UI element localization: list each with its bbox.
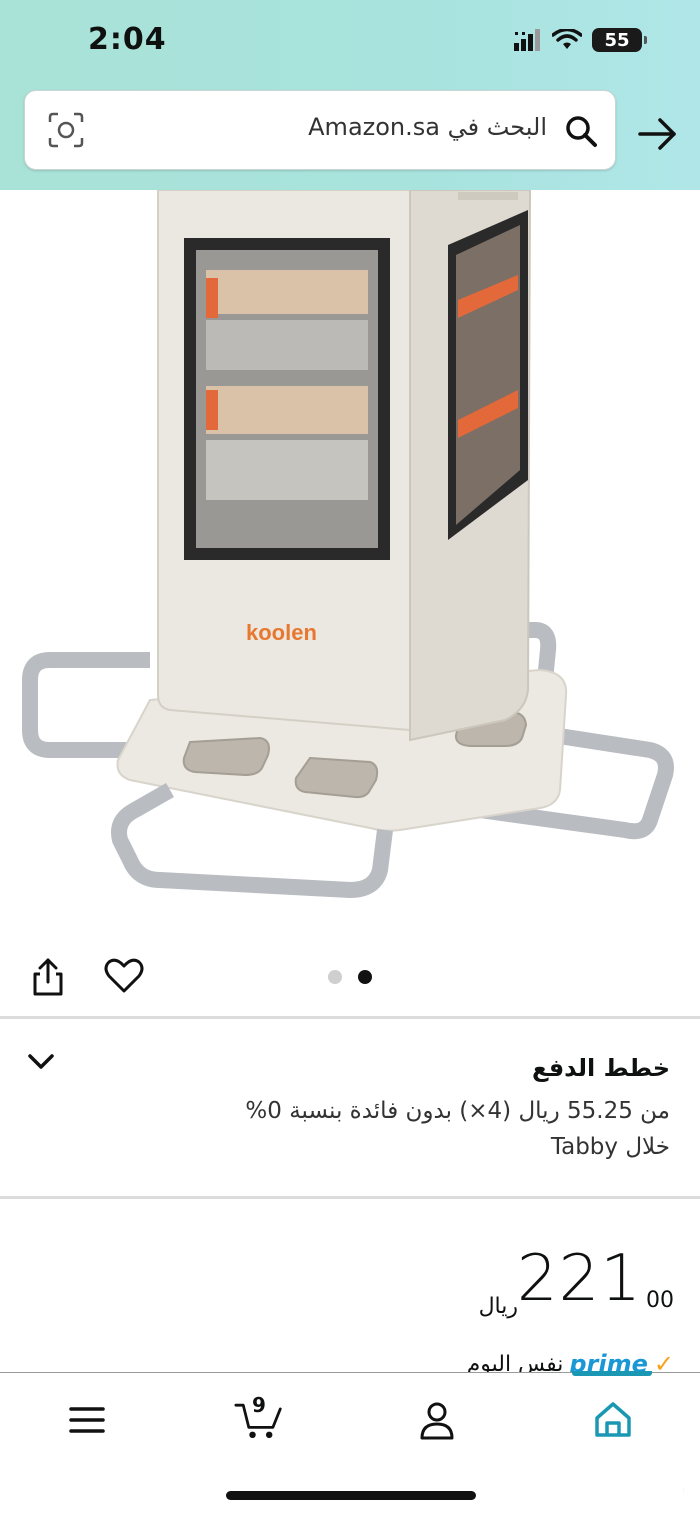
active-tab-indicator [572,1371,652,1376]
nav-account[interactable] [412,1395,462,1445]
home-indicator [226,1491,476,1500]
svg-text:حراج: حراج [682,1471,684,1511]
heater-illustration: koolen [22,190,674,898]
search-input[interactable]: البحث في Amazon.sa [24,90,616,170]
search-icon[interactable] [563,113,599,149]
payment-plans-detail: من 55.25 ريال (4×) بدون فائدة بنسبة 0% [245,1098,670,1124]
status-icons: 55 [514,28,647,52]
nav-home[interactable] [588,1395,638,1445]
home-icon [595,1402,631,1437]
image-actions [0,950,700,1010]
status-time: 2:04 [88,22,167,57]
chevron-down-icon[interactable] [26,1050,56,1074]
signal-icon [514,29,540,51]
carousel-dot-1[interactable] [328,970,342,984]
payment-plans-provider: خلال Tabby [550,1134,670,1160]
share-icon[interactable] [30,956,66,996]
watermark-logo: حراج [681,1470,684,1512]
product-image[interactable]: koolen [0,190,700,930]
payment-plans-title: خطط الدفع [532,1054,670,1082]
wifi-icon [552,29,582,49]
divider [0,1196,700,1199]
arrow-right-icon[interactable] [638,116,678,152]
cart-count-badge: 9 [252,1393,266,1417]
payment-plans-section[interactable]: خطط الدفع من 55.25 ريال (4×) بدون فائدة … [0,1022,700,1198]
heart-icon[interactable] [104,958,144,994]
search-placeholder: البحث في Amazon.sa [308,113,547,141]
account-icon [420,1402,454,1440]
price-fraction: 00 [646,1288,674,1313]
camera-scan-icon[interactable] [47,111,85,149]
menu-icon [69,1407,105,1433]
nav-cart[interactable]: 9 [234,1393,284,1445]
price-section: 00 221 ريال ✓ prime نفس اليوم [0,1202,700,1378]
brand-logo: koolen [246,620,317,645]
nav-menu[interactable] [62,1395,112,1445]
price-whole: 221 [516,1242,642,1316]
battery-icon: 55 [592,28,647,52]
price-currency: ريال [478,1294,518,1319]
divider [0,1016,700,1019]
carousel-dot-2[interactable] [358,970,372,984]
header: 2:04 55 البحث في Amazon.sa [0,0,700,190]
